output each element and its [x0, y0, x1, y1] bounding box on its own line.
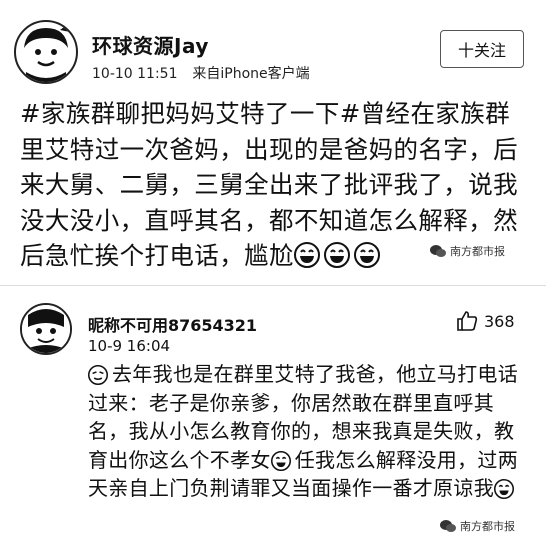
grin-emoji-icon	[323, 242, 350, 268]
watermark-label-bottom: 南方都市报	[460, 520, 515, 533]
laugh-emoji-icon	[494, 479, 514, 499]
squint-emoji-icon	[88, 365, 108, 385]
watermark-label: 南方都市报	[450, 245, 505, 258]
comment-timestamp: 10-9 16:04	[88, 337, 171, 355]
post-meta: 10-10 11:51 来自iPhone客户端	[92, 63, 310, 83]
grin-emoji-icon	[293, 242, 320, 268]
watermark-logo-bottom: 南方都市报	[440, 518, 515, 534]
author-name[interactable]: 环球资源Jay	[92, 30, 209, 59]
wechat-icon	[430, 245, 446, 257]
thumbs-up-icon	[457, 311, 478, 331]
commenter-name[interactable]: 昵称不可用87654321	[88, 312, 257, 336]
laugh-emoji-icon	[270, 450, 291, 471]
grin-emoji-icon	[353, 242, 380, 268]
post-source: 来自iPhone客户端	[192, 66, 310, 82]
author-avatar[interactable]	[14, 20, 78, 84]
sketch-avatar-icon	[22, 305, 70, 353]
wechat-icon	[440, 520, 456, 532]
like-count: 368	[484, 311, 515, 331]
section-divider	[0, 285, 546, 286]
commenter-avatar[interactable]	[20, 303, 72, 355]
follow-button[interactable]: 十关注	[440, 30, 524, 68]
comment-text-container: 去年我也是在群里艾特了我爸，他立马打电话过来：老子是你亲爹，你居然敢在群里直呼其…	[88, 360, 526, 503]
like-button[interactable]: 368	[456, 310, 515, 332]
watermark-logo: 南方都市报	[430, 243, 505, 259]
post-timestamp: 10-10 11:51	[92, 66, 178, 82]
cartoon-face-icon	[17, 23, 75, 82]
